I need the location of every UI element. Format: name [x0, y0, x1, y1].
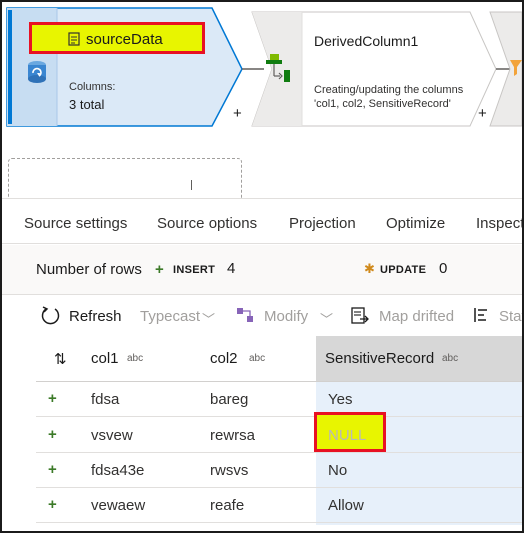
map-drifted-icon [351, 307, 369, 324]
tab-source-settings[interactable]: Source settings [24, 215, 127, 232]
cell-sensitive-record: No [328, 462, 348, 479]
cell-sensitive-record-null: NULL [328, 427, 367, 444]
cell-col2: rwsvs [210, 462, 249, 479]
map-drifted-button[interactable]: Map drifted [379, 308, 454, 325]
table-row[interactable]: + vsvew rewrsa NULL [36, 412, 522, 453]
cell-col1: vsvew [91, 427, 133, 444]
derived-node-name: DerivedColumn1 [314, 33, 419, 49]
stats-button[interactable]: Stats [499, 308, 522, 325]
source-columns-value: 3 total [69, 97, 105, 112]
column-type-sensitive-record: abc [442, 353, 459, 364]
cell-sensitive-record: Allow [328, 497, 364, 514]
filter-icon [510, 60, 522, 76]
modify-button[interactable]: Modify [264, 308, 308, 325]
refresh-icon[interactable] [40, 306, 62, 326]
insert-marker: + [48, 426, 57, 443]
cell-col2: reafe [210, 497, 245, 514]
column-header-sensitive-record[interactable]: SensitiveRecord [325, 350, 434, 367]
column-header-col2[interactable]: col2 [210, 350, 238, 367]
pipeline-canvas: sourceData Columns: 3 total + DerivedCol… [2, 2, 522, 198]
modify-chevron-down-icon[interactable]: ﹀ [320, 309, 333, 328]
empty-drop-zone[interactable] [8, 158, 242, 198]
tab-optimize[interactable]: Optimize [386, 215, 445, 232]
cell-col2: bareg [210, 391, 249, 408]
insert-label: INSERT [173, 264, 216, 276]
update-count: 0 [439, 260, 448, 277]
stats-icon [474, 308, 487, 322]
settings-tabs: Source settings Source options Projectio… [2, 198, 522, 244]
source-node-name: sourceData [86, 31, 163, 48]
insert-marker: + [48, 461, 57, 478]
column-type-col2: abc [249, 353, 266, 364]
tab-inspect[interactable]: Inspect [476, 215, 522, 232]
insert-count: 4 [227, 260, 236, 277]
rows-label: Number of rows [36, 261, 142, 278]
refresh-button[interactable]: Refresh [69, 308, 122, 325]
cell-col1: fdsa43e [91, 462, 145, 479]
table-header: ⇅ col1 abc col2 abc SensitiveRecord abc [36, 336, 522, 382]
source-database-icon [28, 61, 46, 83]
derived-description-line1: Creating/updating the columns [314, 84, 464, 96]
update-label: UPDATE [380, 264, 427, 276]
tab-source-options[interactable]: Source options [157, 215, 257, 232]
table-row[interactable]: + fdsa bareg Yes [36, 382, 522, 417]
table-row[interactable]: + fdsa43e rwsvs No [36, 453, 522, 488]
drop-zone-cursor [191, 180, 192, 190]
derived-column-icon [266, 54, 290, 82]
source-columns-label: Columns: [69, 81, 116, 93]
insert-plus-icon: + [155, 261, 164, 278]
add-after-source-button[interactable]: + [233, 106, 242, 121]
update-star-icon: ✱ [364, 261, 375, 276]
row-summary-bar: Number of rows + INSERT 4 ✱ UPDATE 0 [2, 245, 522, 295]
table-row[interactable]: + vewaew reafe Allow [36, 488, 522, 523]
source-file-icon [68, 32, 80, 46]
data-preview-table: ⇅ col1 abc col2 abc SensitiveRecord abc … [2, 336, 522, 531]
tab-projection[interactable]: Projection [289, 215, 356, 232]
insert-marker: + [48, 390, 57, 407]
cell-col1: fdsa [91, 391, 120, 408]
modify-icon [237, 308, 253, 322]
typecast-chevron-down-icon[interactable]: ﹀ [202, 309, 215, 328]
cell-sensitive-record: Yes [328, 391, 353, 408]
column-type-col1: abc [127, 353, 144, 364]
cell-col1: vewaew [91, 497, 146, 514]
sort-arrows-icon[interactable]: ⇅ [54, 350, 67, 368]
column-header-col1[interactable]: col1 [91, 350, 119, 367]
preview-toolbar: Refresh Typecast ﹀ Modify ﹀ Map drifted … [2, 296, 522, 336]
add-after-derived-button[interactable]: + [478, 106, 487, 121]
app-window: sourceData Columns: 3 total + DerivedCol… [0, 0, 524, 533]
derived-description-line2: 'col1, col2, SensitiveRecord' [314, 98, 451, 110]
cell-col2: rewrsa [210, 427, 256, 444]
typecast-button[interactable]: Typecast [140, 308, 200, 325]
insert-marker: + [48, 496, 57, 513]
